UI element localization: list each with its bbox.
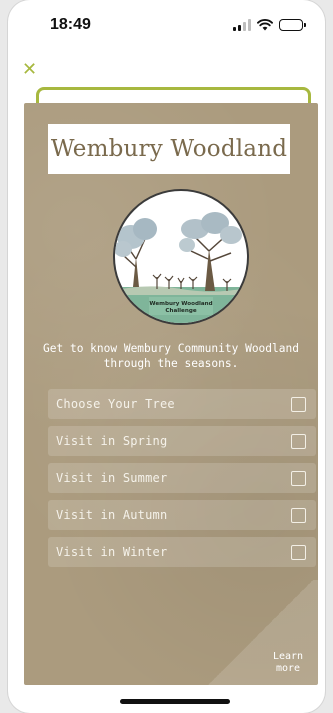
wifi-icon [257, 19, 273, 31]
home-indicator[interactable] [120, 699, 230, 704]
season-checklist: Choose Your Tree Visit in Spring Visit i… [48, 389, 316, 574]
logo-caption-line1: Wembury Woodland [149, 301, 212, 307]
checkbox[interactable] [291, 396, 306, 412]
checklist-item-label: Choose Your Tree [56, 397, 175, 411]
wembury-woodland-challenge-logo: Wembury Woodland Challenge [113, 189, 249, 325]
intro-text: Get to know Wembury Community Woodland t… [43, 342, 299, 370]
title-box: Wembury Woodland [48, 124, 290, 174]
learn-more-button[interactable]: Learn more [203, 580, 318, 685]
checklist-item-label: Visit in Autumn [56, 508, 168, 522]
checklist-item-label: Visit in Spring [56, 434, 168, 448]
phone-screen: 18:49 ✕ Wembury Woodland Wembury Woodlan… [8, 0, 325, 713]
page-title: Wembury Woodland [50, 136, 288, 162]
checklist-item-visit-autumn[interactable]: Visit in Autumn [48, 500, 316, 530]
checkbox[interactable] [291, 470, 306, 486]
status-icons [233, 19, 306, 31]
status-bar: 18:49 [8, 0, 325, 50]
checklist-item-label: Visit in Winter [56, 545, 168, 559]
checkbox[interactable] [291, 433, 306, 449]
checklist-item-visit-summer[interactable]: Visit in Summer [48, 463, 316, 493]
checkbox[interactable] [291, 544, 306, 560]
signal-icon [233, 19, 251, 31]
checklist-item-visit-winter[interactable]: Visit in Winter [48, 537, 316, 567]
close-icon[interactable]: ✕ [22, 61, 38, 79]
checkbox[interactable] [291, 507, 306, 523]
checklist-item-label: Visit in Summer [56, 471, 168, 485]
battery-icon [279, 19, 306, 31]
status-time: 18:49 [50, 16, 91, 33]
checklist-item-choose-your-tree[interactable]: Choose Your Tree [48, 389, 316, 419]
checklist-item-visit-spring[interactable]: Visit in Spring [48, 426, 316, 456]
woodland-challenge-card: Wembury Woodland Wembury Woodland Challe… [24, 103, 318, 685]
logo-caption-line2: Challenge [165, 308, 196, 314]
learn-more-label: Learn more [272, 651, 304, 674]
